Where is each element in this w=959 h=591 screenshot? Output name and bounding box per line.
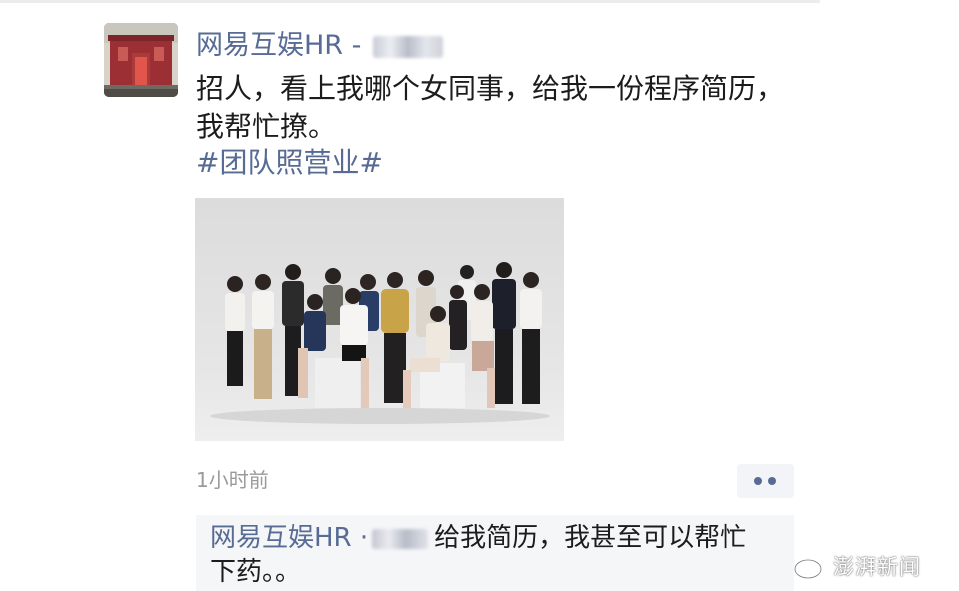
watermark: 澎湃新闻 bbox=[793, 551, 921, 581]
comment: 网易互娱HR · 给我简历，我甚至可以帮忙下药。。 bbox=[210, 521, 770, 589]
comment-separator: · bbox=[359, 523, 369, 553]
team-photo[interactable] bbox=[195, 198, 564, 441]
moments-post-screenshot: 网易互娱HR - 招人，看上我哪个女同事，给我一份程序简历，我帮忙撩。 #团队照… bbox=[0, 0, 959, 591]
two-dots-icon bbox=[768, 477, 776, 485]
watermark-text: 澎湃新闻 bbox=[833, 555, 921, 579]
post-text: 招人，看上我哪个女同事，给我一份程序简历，我帮忙撩。 bbox=[196, 72, 785, 143]
post-author[interactable]: 网易互娱HR - bbox=[196, 28, 444, 64]
two-dots-icon bbox=[754, 477, 762, 485]
post-timestamp: 1小时前 bbox=[196, 468, 269, 492]
comment-section: 网易互娱HR · 给我简历，我甚至可以帮忙下药。。 bbox=[196, 515, 794, 591]
group-photo-image bbox=[195, 198, 564, 441]
more-options-button[interactable] bbox=[737, 464, 794, 498]
weibo-icon bbox=[793, 555, 825, 580]
avatar[interactable] bbox=[104, 23, 178, 97]
post-hashtag[interactable]: #团队照营业# bbox=[196, 145, 383, 181]
post-author-name[interactable]: 网易互娱HR - bbox=[196, 30, 361, 61]
divider bbox=[0, 0, 820, 3]
redacted-name bbox=[372, 528, 429, 549]
comment-author[interactable]: 网易互娱HR bbox=[210, 523, 352, 553]
redacted-name bbox=[373, 35, 444, 58]
building-avatar-image bbox=[104, 23, 178, 97]
